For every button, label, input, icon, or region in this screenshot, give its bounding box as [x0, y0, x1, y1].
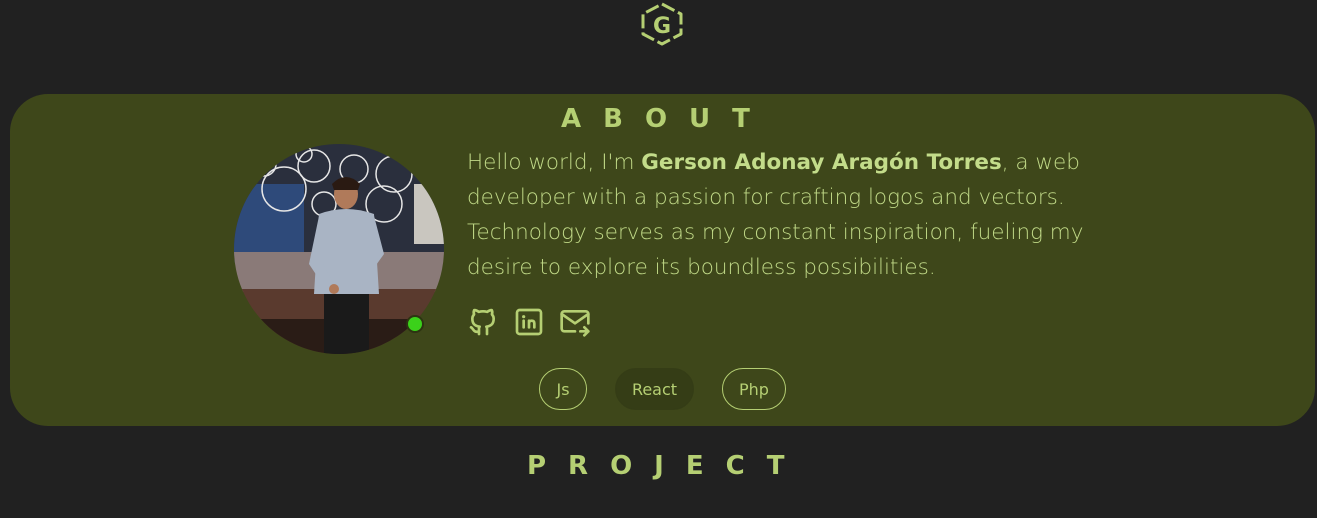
social-links: [467, 306, 591, 338]
tag-js[interactable]: Js: [539, 368, 587, 410]
mail-send-icon[interactable]: [559, 306, 591, 338]
g-hexagon-logo-icon[interactable]: G: [638, 2, 686, 46]
project-title: PROJECT: [527, 451, 807, 481]
svg-text:G: G: [653, 14, 671, 39]
tag-react[interactable]: React: [615, 368, 694, 410]
linkedin-icon[interactable]: [513, 306, 545, 338]
about-bio: Hello world, I'm Gerson Adonay Aragón To…: [467, 145, 1117, 285]
about-title: ABOUT: [561, 104, 772, 134]
online-status-dot: [406, 315, 424, 333]
tag-php[interactable]: Php: [722, 368, 786, 410]
author-name: Gerson Adonay Aragón Torres: [641, 150, 1002, 175]
skill-tags: Js React Php: [539, 368, 786, 410]
github-icon[interactable]: [467, 306, 499, 338]
bio-prefix: Hello world, I'm: [467, 150, 642, 175]
